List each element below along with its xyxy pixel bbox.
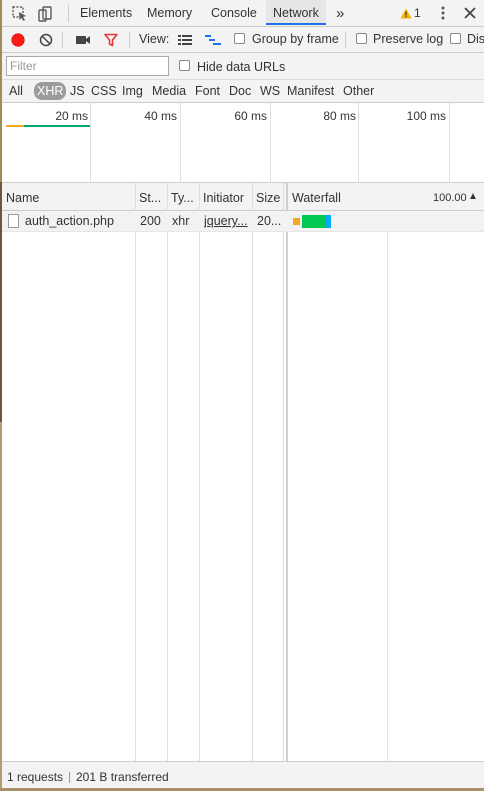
waterfall-download-segment — [302, 215, 326, 228]
type-filter-css[interactable]: CSS — [89, 82, 119, 100]
show-overview-icon[interactable] — [204, 31, 222, 49]
type-filter-ws[interactable]: WS — [258, 82, 282, 100]
warnings-counter[interactable]: 1 — [400, 6, 421, 20]
tab-memory[interactable]: Memory — [147, 0, 192, 26]
network-toolbar: View: Group by frame Preserve log Dis — [2, 27, 484, 53]
overview-tick-label: 20 ms — [55, 109, 88, 123]
network-overview[interactable]: 20 ms 40 ms 60 ms 80 ms 100 ms — [2, 103, 484, 183]
tab-elements[interactable]: Elements — [80, 0, 132, 26]
waterfall-divider[interactable] — [286, 183, 288, 761]
table-row[interactable]: auth_action.php 200 xhr jquery... 20... — [2, 211, 484, 232]
filter-icon[interactable] — [102, 31, 120, 49]
column-header-status[interactable]: St... — [139, 191, 161, 205]
tab-console[interactable]: Console — [211, 0, 257, 26]
disable-cache-label: Dis — [467, 32, 484, 46]
type-filter-xhr[interactable]: XHR — [34, 82, 67, 100]
large-request-rows-icon[interactable] — [176, 31, 194, 49]
hide-data-urls-label: Hide data URLs — [197, 60, 286, 74]
waterfall-waiting-segment — [293, 218, 300, 225]
request-table-header: Name St... Ty... Initiator Size Waterfal… — [2, 183, 484, 211]
type-filter-doc[interactable]: Doc — [227, 82, 253, 100]
type-filter-manifest[interactable]: Manifest — [285, 82, 336, 100]
overview-download-bar — [24, 125, 90, 127]
close-devtools-icon[interactable] — [461, 4, 479, 22]
request-size: 20... — [257, 214, 282, 228]
overview-tick-label: 80 ms — [323, 109, 356, 123]
overview-waiting-bar — [6, 125, 24, 127]
request-name[interactable]: auth_action.php — [25, 214, 133, 228]
clear-icon[interactable] — [37, 31, 55, 49]
type-filter-media[interactable]: Media — [150, 82, 188, 100]
overview-tick-label: 40 ms — [144, 109, 177, 123]
document-icon — [8, 214, 19, 228]
tab-network[interactable]: Network — [266, 0, 326, 25]
disable-cache-checkbox[interactable] — [450, 33, 461, 44]
column-header-initiator[interactable]: Initiator — [203, 191, 244, 205]
overview-tick-label: 60 ms — [234, 109, 267, 123]
column-header-size[interactable]: Size — [256, 191, 280, 205]
preserve-log-label: Preserve log — [373, 32, 444, 46]
customize-menu-icon[interactable] — [434, 4, 452, 22]
devtools-tab-bar: Elements Memory Console Network » 1 — [2, 0, 484, 27]
network-status-bar: 1 requests 201 B transferred — [2, 761, 484, 791]
view-label: View: — [139, 32, 170, 46]
capture-screenshots-icon[interactable] — [74, 31, 92, 49]
type-filter-js[interactable]: JS — [68, 82, 87, 100]
request-type: xhr — [172, 214, 190, 228]
preserve-log-checkbox[interactable] — [356, 33, 367, 44]
resource-type-filters: All XHR JS CSS Img Media Font Doc WS Man… — [2, 80, 484, 103]
request-count: 1 requests — [7, 770, 64, 784]
record-button[interactable] — [9, 31, 27, 49]
transferred-size: 201 B transferred — [76, 770, 169, 784]
filter-bar: Hide data URLs — [2, 53, 484, 80]
type-filter-all[interactable]: All — [7, 82, 25, 100]
warning-icon — [400, 8, 412, 18]
request-initiator-link[interactable]: jquery... — [204, 214, 252, 228]
sort-ascending-icon[interactable]: ▲ — [468, 191, 478, 202]
overview-tick-label: 100 ms — [406, 109, 446, 123]
device-toolbar-icon[interactable] — [36, 5, 54, 23]
more-tabs-button[interactable]: » — [336, 0, 344, 26]
request-status: 200 — [140, 214, 161, 228]
group-by-frame-checkbox[interactable] — [234, 33, 245, 44]
filter-input[interactable] — [6, 56, 169, 76]
hide-data-urls-checkbox[interactable] — [179, 60, 190, 71]
type-filter-other[interactable]: Other — [341, 82, 376, 100]
waterfall-scale-label: 100.00 — [433, 192, 467, 204]
warning-count: 1 — [414, 6, 421, 20]
type-filter-img[interactable]: Img — [120, 82, 145, 100]
column-header-type[interactable]: Ty... — [171, 191, 194, 205]
column-header-name[interactable]: Name — [6, 191, 39, 205]
group-by-frame-label: Group by frame — [252, 32, 339, 46]
column-header-waterfall[interactable]: Waterfall — [292, 191, 341, 205]
type-filter-font[interactable]: Font — [193, 82, 222, 100]
waterfall-receive-segment — [326, 215, 331, 228]
inspect-element-icon[interactable] — [11, 5, 29, 23]
